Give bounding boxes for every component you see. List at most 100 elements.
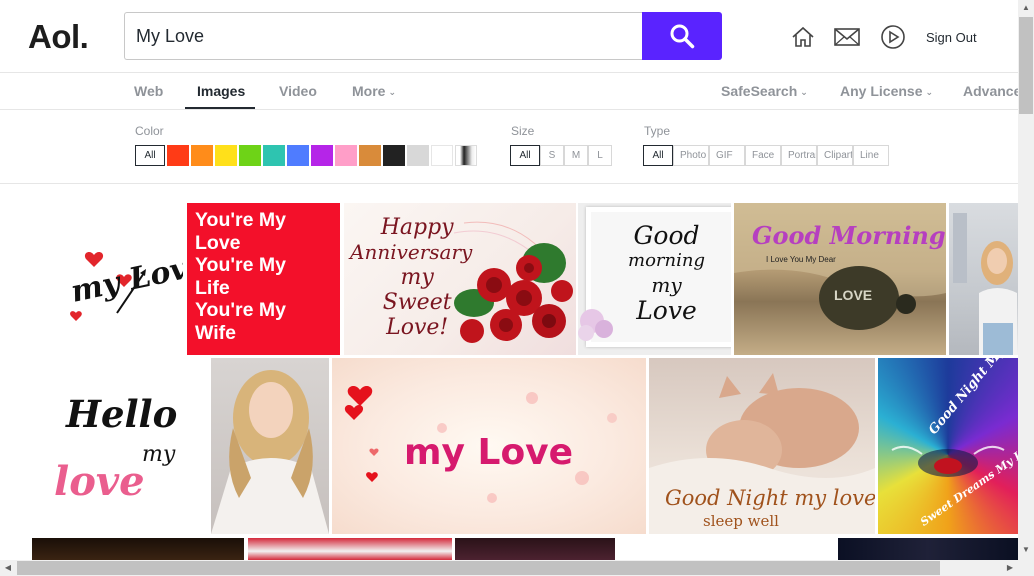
image-result-row3-1[interactable]: [32, 538, 244, 560]
vertical-scroll-thumb[interactable]: [1019, 17, 1033, 114]
tab-more-label: More: [352, 83, 386, 99]
horizontal-scroll-thumb[interactable]: [17, 561, 940, 575]
color-swatch[interactable]: [167, 145, 189, 166]
image-result-row3-2[interactable]: [248, 538, 452, 560]
type-photo-button[interactable]: Photo: [673, 145, 709, 166]
stone-caption: LOVE: [834, 287, 873, 303]
image-result-row3-4[interactable]: [618, 538, 834, 560]
caption-line: You're My: [195, 299, 286, 321]
play-icon[interactable]: [880, 24, 906, 50]
color-swatch-white[interactable]: [431, 145, 453, 166]
type-filter-label: Type: [644, 124, 671, 138]
license-label: Any License: [840, 83, 923, 99]
color-swatch[interactable]: [287, 145, 309, 166]
size-all-button[interactable]: All: [510, 145, 540, 166]
color-swatch[interactable]: [191, 145, 213, 166]
color-swatch[interactable]: [239, 145, 261, 166]
image-result-blonde-woman[interactable]: [211, 358, 329, 534]
search-icon: [670, 24, 695, 49]
type-gif-button[interactable]: GIF: [709, 145, 745, 166]
chevron-down-icon: ⌄: [800, 86, 808, 97]
color-swatch[interactable]: [335, 145, 357, 166]
caption-line: Happy: [380, 215, 454, 240]
image-caption: Good Night my love: [665, 486, 875, 510]
caption-line: Love!: [386, 315, 449, 340]
image-caption-block: You're My Love You're My Life You're My …: [195, 209, 286, 344]
sign-out-link[interactable]: Sign Out: [926, 30, 977, 45]
caption-line: Hello: [66, 392, 178, 436]
caption-line: You're My: [195, 254, 286, 276]
image-result-hello-my-love[interactable]: Hello my love: [32, 358, 209, 534]
image-subcaption: I Love You My Dear: [766, 255, 836, 264]
image-result-my-love-heart[interactable]: my Love: [32, 203, 183, 355]
search-button[interactable]: [642, 12, 722, 60]
color-swatch[interactable]: [263, 145, 285, 166]
color-filter-label: Color: [135, 124, 164, 138]
safesearch-label: SafeSearch: [721, 83, 798, 99]
portrait-graphic: [211, 370, 329, 534]
color-swatch[interactable]: [215, 145, 237, 166]
caption-line: Love: [636, 296, 697, 325]
caption-line: You're My: [195, 209, 286, 231]
image-result-my-love-hearts[interactable]: my Love: [332, 358, 646, 534]
caption-line: love: [54, 458, 145, 505]
image-subcaption: sleep well: [703, 512, 779, 530]
image-result-row3-3[interactable]: [455, 538, 615, 560]
tab-video-label: Video: [279, 83, 317, 99]
color-swatch[interactable]: [359, 145, 381, 166]
image-result-row3-5[interactable]: [838, 538, 1018, 560]
tab-web[interactable]: Web: [134, 83, 163, 99]
image-result-woman-photo[interactable]: [949, 203, 1018, 355]
image-result-good-morning-beach[interactable]: Good Morning I Love You My Dear LOVE: [734, 203, 946, 355]
image-caption: my Love: [404, 432, 574, 473]
caption-line: my: [651, 273, 682, 297]
search-input[interactable]: [125, 13, 643, 59]
caption-line: morning: [628, 250, 705, 271]
type-clipart-button[interactable]: Clipart: [817, 145, 853, 166]
image-result-youre-my-wife[interactable]: You're My Love You're My Life You're My …: [187, 203, 340, 355]
type-all-button[interactable]: All: [643, 145, 673, 166]
caption-line: Life: [195, 276, 230, 299]
aol-logo[interactable]: Aol.: [28, 18, 89, 56]
mail-icon[interactable]: [834, 24, 860, 50]
type-portrait-button[interactable]: Portrait: [781, 145, 817, 166]
vertical-scrollbar[interactable]: ▲ ▼: [1018, 0, 1034, 560]
tab-more[interactable]: More ⌄: [352, 83, 396, 99]
color-swatch[interactable]: [383, 145, 405, 166]
image-result-good-morning-frame[interactable]: Good morning my Love: [578, 203, 731, 355]
caption-line: Anniversary: [350, 240, 473, 264]
color-all-button[interactable]: All: [135, 145, 165, 166]
scroll-left-icon[interactable]: ◀: [0, 563, 16, 572]
caption-line: Sweet: [382, 290, 452, 315]
tab-video[interactable]: Video: [279, 83, 317, 99]
size-small-button[interactable]: S: [540, 145, 564, 166]
type-face-button[interactable]: Face: [745, 145, 781, 166]
scroll-up-icon[interactable]: ▲: [1018, 3, 1034, 12]
tab-images-label: Images: [197, 83, 246, 99]
chevron-down-icon: ⌄: [388, 86, 396, 97]
scroll-right-icon[interactable]: ▶: [1002, 563, 1018, 572]
caption-line: my: [142, 442, 176, 467]
tab-images[interactable]: Images: [197, 83, 245, 99]
safesearch-dropdown[interactable]: SafeSearch ⌄: [721, 83, 808, 99]
chevron-down-icon: ⌄: [925, 86, 934, 97]
swatch-black-white[interactable]: [455, 145, 477, 166]
horizontal-scrollbar[interactable]: ◀ ▶: [0, 560, 1034, 576]
color-swatch[interactable]: [311, 145, 333, 166]
search-box: [124, 12, 643, 60]
size-medium-button[interactable]: M: [564, 145, 588, 166]
caption-line: Love: [195, 231, 241, 254]
license-dropdown[interactable]: Any License ⌄: [840, 83, 933, 99]
home-icon[interactable]: [790, 24, 816, 50]
tab-web-label: Web: [134, 83, 164, 99]
image-result-good-night-my-love[interactable]: Good Night My Love Sweet Dreams My Love: [878, 358, 1018, 534]
filter-bar: Color All Size All S M L Type All Photo …: [0, 110, 1018, 184]
scroll-down-icon[interactable]: ▼: [1018, 545, 1034, 554]
color-swatch[interactable]: [407, 145, 429, 166]
image-result-happy-anniversary[interactable]: Happy Anniversary my Sweet Love!: [344, 203, 576, 355]
size-large-button[interactable]: L: [588, 145, 612, 166]
caption-line: my: [400, 265, 434, 290]
image-result-sleeping-cat[interactable]: Good Night my love sleep well: [649, 358, 875, 534]
size-filter-label: Size: [511, 124, 535, 138]
type-line-button[interactable]: Line: [853, 145, 889, 166]
